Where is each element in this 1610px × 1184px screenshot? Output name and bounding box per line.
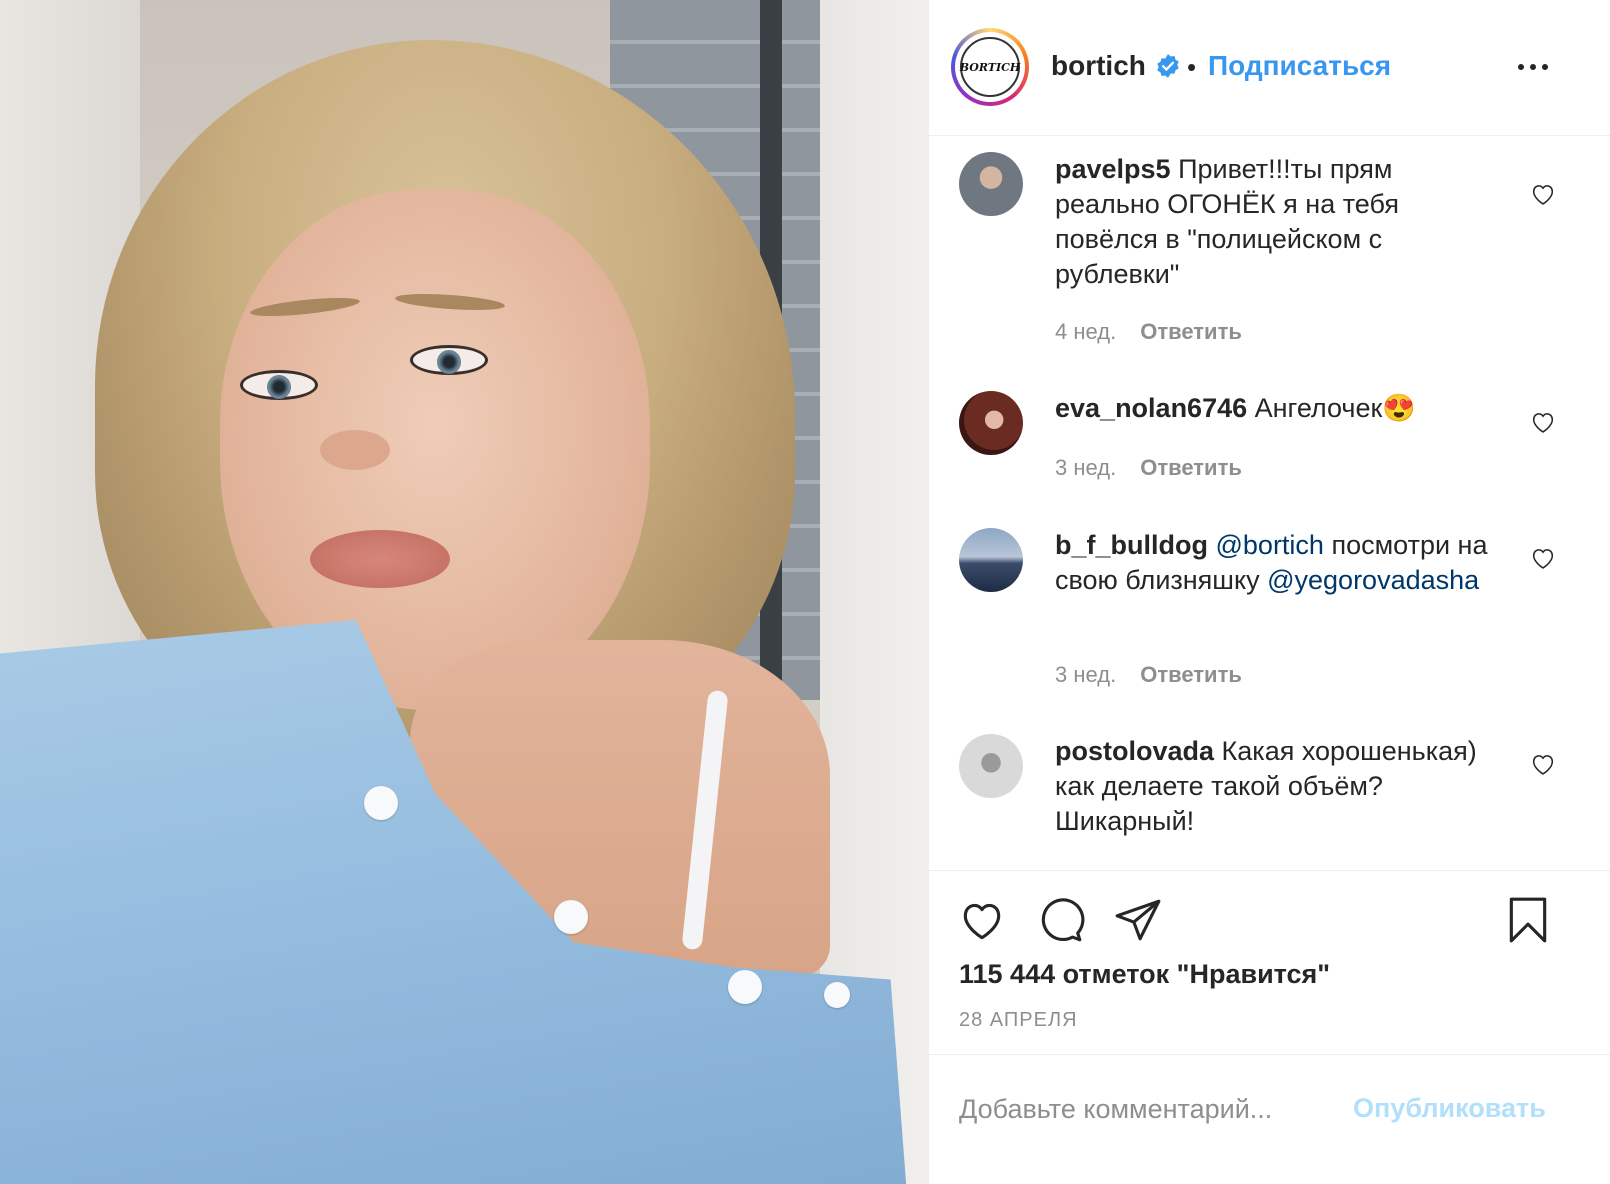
photo-shirt-button xyxy=(554,900,588,934)
photo-nose xyxy=(320,430,390,470)
author-avatar-logo: BORTICH xyxy=(960,37,1020,97)
add-comment-bar: Опубликовать xyxy=(929,1054,1610,1184)
commenter-avatar[interactable] xyxy=(959,152,1023,216)
comment-item: b_f_bulldog @bortich посмотри на свою бл… xyxy=(929,528,1610,708)
comment-item: pavelps5 Привет!!!ты прям реально ОГОНЁК… xyxy=(929,152,1610,372)
more-options-icon[interactable] xyxy=(1513,52,1553,82)
photo-left-eye xyxy=(240,370,318,400)
comment-body: Ангелочек😍 xyxy=(1254,393,1416,423)
comment-username[interactable]: pavelps5 xyxy=(1055,154,1171,184)
comment-meta: 4 нед. Ответить xyxy=(1055,319,1242,345)
likes-count[interactable]: 115 444 отметок "Нравится" xyxy=(959,959,1330,990)
author-username[interactable]: bortich xyxy=(1051,50,1146,82)
heart-icon[interactable] xyxy=(957,895,1007,945)
header-separator: • xyxy=(1187,52,1197,82)
follow-button[interactable]: Подписаться xyxy=(1208,50,1391,82)
comment-like-heart-icon[interactable] xyxy=(1529,408,1557,436)
comment-meta: 3 нед. Ответить xyxy=(1055,455,1242,481)
comment-bubble-icon[interactable] xyxy=(1035,895,1085,945)
author-avatar[interactable]: BORTICH xyxy=(951,28,1029,106)
comment-like-heart-icon[interactable] xyxy=(1529,750,1557,778)
comment-age: 3 нед. xyxy=(1055,662,1117,687)
comment-username[interactable]: postolovada xyxy=(1055,736,1214,766)
comments-list: pavelps5 Привет!!!ты прям реально ОГОНЁК… xyxy=(929,137,1610,870)
comment-text: postolovada Какая хорошенькая) как делае… xyxy=(1055,734,1495,839)
comment-like-heart-icon[interactable] xyxy=(1529,180,1557,208)
comment-age: 3 нед. xyxy=(1055,455,1117,480)
comment-username[interactable]: eva_nolan6746 xyxy=(1055,393,1247,423)
comment-mention[interactable]: @yegorovadasha xyxy=(1267,565,1479,595)
post-photo[interactable] xyxy=(0,0,950,1184)
publish-button[interactable]: Опубликовать xyxy=(1353,1093,1546,1124)
comment-item: postolovada Какая хорошенькая) как делае… xyxy=(929,734,1610,864)
comment-text: eva_nolan6746 Ангелочек😍 xyxy=(1055,391,1495,426)
reply-button[interactable]: Ответить xyxy=(1140,455,1242,480)
bookmark-icon[interactable] xyxy=(1503,895,1553,945)
comment-text: pavelps5 Привет!!!ты прям реально ОГОНЁК… xyxy=(1055,152,1495,292)
reply-button[interactable]: Ответить xyxy=(1140,662,1242,687)
post-actions: 115 444 отметок "Нравится" 28 АПРЕЛЯ xyxy=(929,870,1610,1054)
comment-mention[interactable]: @bortich xyxy=(1216,530,1324,560)
photo-shirt-button xyxy=(728,970,762,1004)
comment-age: 4 нед. xyxy=(1055,319,1117,344)
comment-like-heart-icon[interactable] xyxy=(1529,544,1557,572)
verified-badge-icon xyxy=(1157,54,1179,78)
commenter-avatar[interactable] xyxy=(959,734,1023,798)
post-side-panel: BORTICH bortich • Подписаться pavelps5 П… xyxy=(928,0,1610,1184)
comment-item: eva_nolan6746 Ангелочек😍 3 нед. Ответить xyxy=(929,391,1610,501)
photo-lips xyxy=(310,530,450,588)
photo-shirt-button xyxy=(364,786,398,820)
comment-username[interactable]: b_f_bulldog xyxy=(1055,530,1208,560)
reply-button[interactable]: Ответить xyxy=(1140,319,1242,344)
post-header: BORTICH bortich • Подписаться xyxy=(929,0,1610,136)
post-date: 28 АПРЕЛЯ xyxy=(959,1009,1078,1031)
comment-meta: 3 нед. Ответить xyxy=(1055,662,1242,688)
paper-plane-icon[interactable] xyxy=(1113,895,1163,945)
add-comment-input[interactable] xyxy=(959,1089,1339,1129)
commenter-avatar[interactable] xyxy=(959,391,1023,455)
photo-shirt-button xyxy=(824,982,850,1008)
photo-right-eye xyxy=(410,345,488,375)
comment-text: b_f_bulldog @bortich посмотри на свою бл… xyxy=(1055,528,1495,598)
commenter-avatar[interactable] xyxy=(959,528,1023,592)
